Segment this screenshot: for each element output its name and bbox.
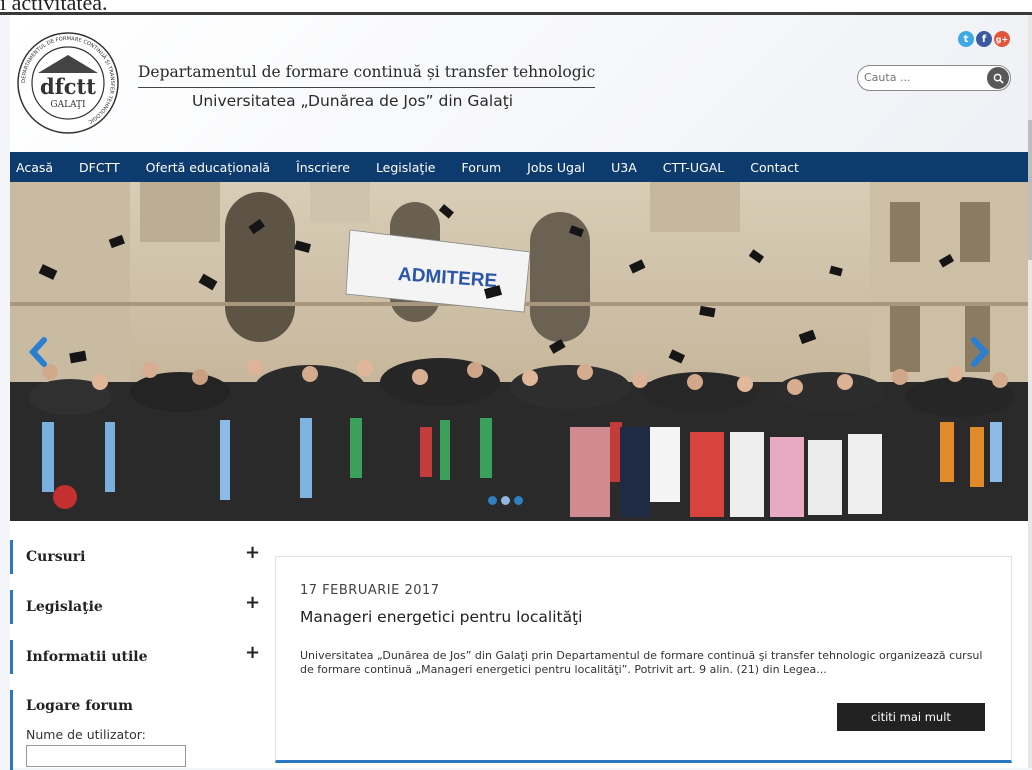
sidebar-item-label: Cursuri: [26, 549, 86, 565]
logo-city: GALAŢI: [50, 100, 86, 110]
username-label: Nume de utilizator:: [26, 727, 146, 742]
nav-item-u3a[interactable]: U3A: [611, 160, 637, 175]
search-icon: [993, 73, 1004, 84]
username-input[interactable]: [26, 745, 186, 767]
site-logo[interactable]: DEPARTAMENTUL DE FORMARE CONTINUĂ ȘI TRA…: [16, 31, 120, 135]
nav-item-oferta[interactable]: Ofertă educațională: [146, 160, 270, 175]
forum-login: Logare forum Nume de utilizator:: [10, 690, 260, 770]
expand-icon[interactable]: +: [245, 542, 260, 563]
sidebar-item-label: Legislaţie: [26, 599, 103, 615]
slider-next-button[interactable]: [968, 337, 990, 367]
site-title[interactable]: Departamentul de formare continuă și tra…: [138, 63, 596, 88]
nav-item-jobs[interactable]: Jobs Ugal: [527, 160, 585, 175]
page-top-fragment: i activitatea.: [0, 0, 1032, 15]
site-subtitle: Universitatea „Dunărea de Jos” din Galaţ…: [192, 92, 514, 110]
nav-item-ctt[interactable]: CTT-UGAL: [663, 160, 725, 175]
scrollbar-thumb[interactable]: [1028, 120, 1032, 260]
slider-dots: [488, 496, 523, 505]
site-header: DEPARTAMENTUL DE FORMARE CONTINUĂ ȘI TRA…: [10, 15, 1028, 152]
expand-icon[interactable]: +: [245, 642, 260, 663]
hero-slider[interactable]: ADMITERE: [10, 182, 1028, 521]
sidebar-item-informatii[interactable]: Informatii utile +: [10, 640, 260, 674]
read-more-button[interactable]: cititi mai mult: [837, 703, 985, 731]
news-post: 17 FEBRUARIE 2017 Manageri energetici pe…: [275, 556, 1012, 763]
post-title[interactable]: Manageri energetici pentru localităţi: [300, 608, 582, 626]
search-box: [857, 65, 1011, 91]
logo-mark: dfctt: [40, 74, 96, 99]
sidebar-item-label: Informatii utile: [26, 649, 148, 665]
search-button[interactable]: [987, 67, 1009, 89]
nav-item-contact[interactable]: Contact: [750, 160, 799, 175]
slider-dot[interactable]: [488, 496, 497, 505]
google-plus-icon[interactable]: g+: [994, 31, 1010, 47]
facebook-icon[interactable]: f: [976, 31, 992, 47]
search-input[interactable]: [864, 69, 974, 85]
slider-dot[interactable]: [501, 496, 510, 505]
slider-prev-button[interactable]: [28, 337, 50, 367]
sidebar: Cursuri + Legislaţie + Informatii utile …: [10, 540, 260, 770]
page: DEPARTAMENTUL DE FORMARE CONTINUĂ ȘI TRA…: [10, 15, 1028, 770]
twitter-icon[interactable]: t: [958, 31, 974, 47]
social-links: t f g+: [958, 31, 1010, 47]
sidebar-item-legislatie[interactable]: Legislaţie +: [10, 590, 260, 624]
main-nav: Acasă DFCTT Ofertă educațională Înscrier…: [10, 152, 1028, 182]
slider-dot[interactable]: [514, 496, 523, 505]
nav-item-inscriere[interactable]: Înscriere: [296, 160, 350, 175]
sidebar-item-cursuri[interactable]: Cursuri +: [10, 540, 260, 574]
nav-item-acasa[interactable]: Acasă: [16, 160, 53, 175]
nav-item-forum[interactable]: Forum: [462, 160, 502, 175]
nav-item-dfctt[interactable]: DFCTT: [79, 160, 120, 175]
post-date: 17 FEBRUARIE 2017: [300, 583, 440, 598]
slider-image: ADMITERE: [10, 182, 1028, 521]
post-excerpt: Universitatea „Dunărea de Jos” din Galaţ…: [300, 649, 983, 676]
nav-item-legislatie[interactable]: Legislaţie: [376, 160, 436, 175]
login-heading: Logare forum: [26, 698, 133, 714]
expand-icon[interactable]: +: [245, 592, 260, 613]
